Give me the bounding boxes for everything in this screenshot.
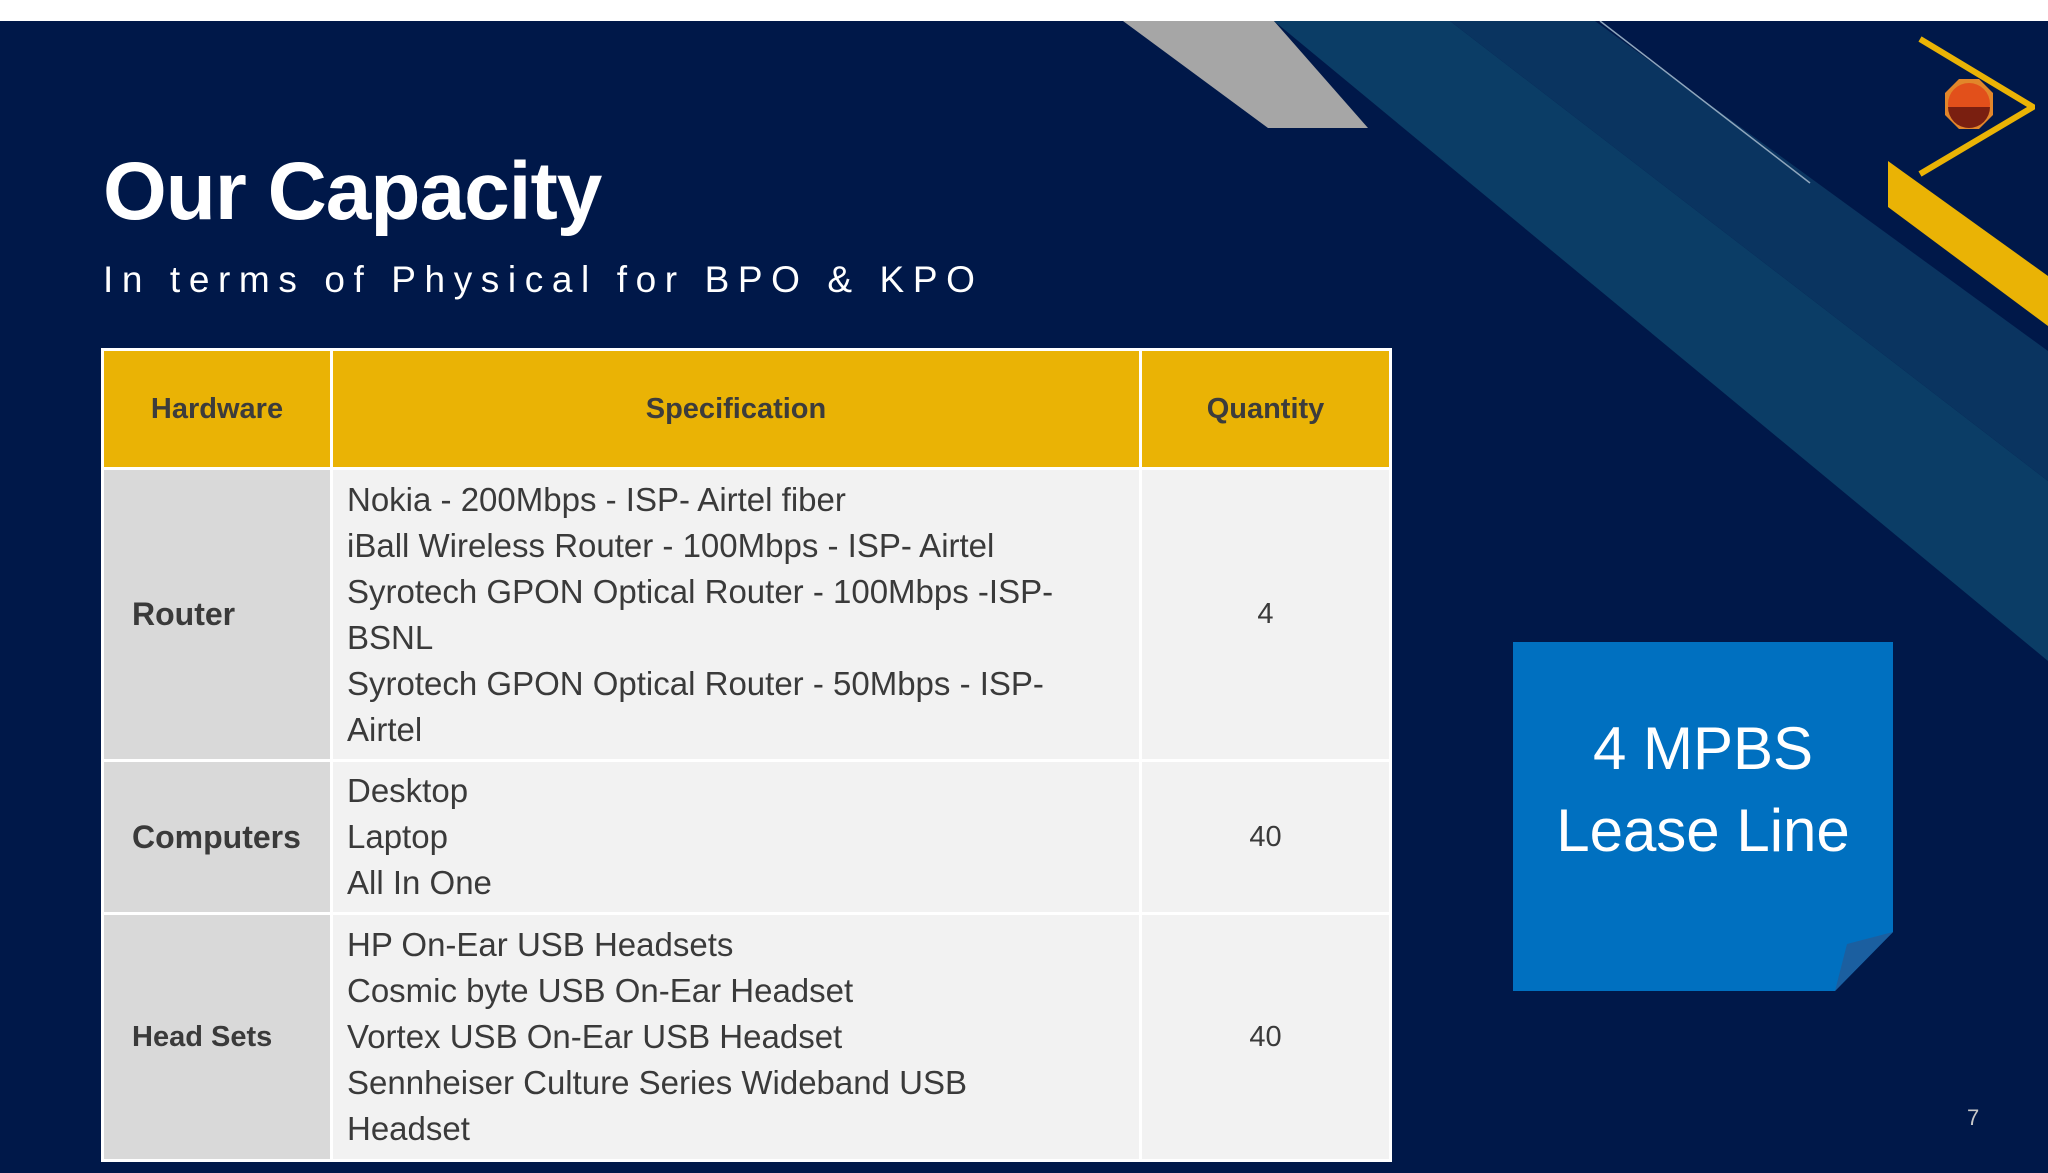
page-title: Our Capacity (103, 146, 602, 237)
hardware-cell: Head Sets (101, 912, 333, 1162)
spec-line: All In One (347, 864, 492, 901)
spec-line: Syrotech GPON Optical Router - 50Mbps - … (347, 664, 1044, 748)
spec-cell: Nokia - 200Mbps - ISP- Airtel fiber iBal… (330, 467, 1142, 762)
spec-line: Desktop (347, 772, 469, 809)
table-header-row: Hardware Specification Quantity (101, 348, 1392, 470)
orange-sun-logo-icon (1918, 36, 2035, 177)
capacity-table: Hardware Specification Quantity Router N… (101, 348, 1392, 1162)
note-line-1: 4 MPBS (1592, 715, 1814, 782)
spec-line: Nokia - 200Mbps - ISP- Airtel fiber (347, 480, 846, 518)
quantity-cell: 4 (1139, 467, 1392, 762)
spec-line: Syrotech GPON Optical Router - 100Mbps -… (347, 572, 1054, 656)
hardware-cell: Computers (101, 759, 333, 915)
table-row-headsets: Head Sets HP On-Ear USB Headsets Cosmic … (101, 912, 1392, 1162)
table-row-computers: Computers Desktop Laptop All In One 40 (101, 759, 1392, 915)
lease-line-note: 4 MPBS Lease Line (1513, 642, 1893, 991)
slide: Our Capacity In terms of Physical for BP… (0, 21, 2048, 1173)
page-number: 7 (1967, 1105, 1980, 1130)
spec-line: iBall Wireless Router - 100Mbps - ISP- A… (347, 526, 995, 564)
header-hardware: Hardware (101, 348, 333, 470)
page-subtitle: In terms of Physical for BPO & KPO (103, 259, 984, 300)
hardware-cell: Router (101, 467, 333, 762)
table-row-router: Router Nokia - 200Mbps - ISP- Airtel fib… (101, 467, 1392, 762)
note-line-2: Lease Line (1556, 797, 1850, 864)
spec-cell: Desktop Laptop All In One (330, 759, 1142, 915)
spec-line: Cosmic byte USB On-Ear Headset (347, 972, 854, 1009)
spec-line: Vortex USB On-Ear USB Headset (347, 1018, 843, 1055)
header-quantity: Quantity (1139, 348, 1392, 470)
spec-cell: HP On-Ear USB Headsets Cosmic byte USB O… (330, 912, 1142, 1162)
spec-line: Sennheiser Culture Series Wideband USB H… (347, 1064, 967, 1147)
header-specification: Specification (330, 348, 1142, 470)
quantity-cell: 40 (1139, 912, 1392, 1162)
quantity-cell: 40 (1139, 759, 1392, 915)
spec-line: HP On-Ear USB Headsets (347, 926, 734, 963)
spec-line: Laptop (347, 818, 448, 855)
note-text: 4 MPBS Lease Line (1513, 708, 1893, 872)
